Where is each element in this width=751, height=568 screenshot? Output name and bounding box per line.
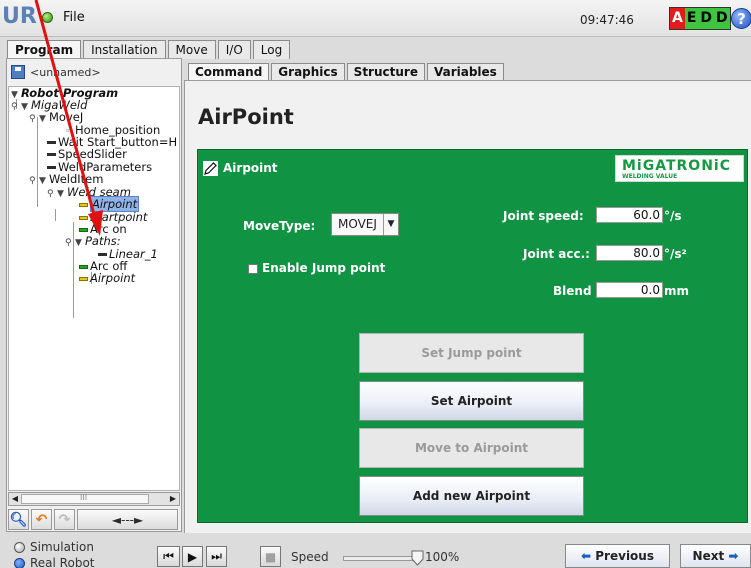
content-tabs: Command Graphics Structure Variables (188, 63, 504, 81)
file-menu[interactable]: File (63, 10, 85, 25)
program-tree: ▼ Robot Program ⚲ ▼ MigaWeld ⚲ ▼ MoveJ ◦ Home_… (8, 86, 180, 491)
tab-graphics[interactable]: Graphics (271, 63, 345, 81)
next-button[interactable]: Next ➡ (680, 544, 751, 568)
command-bar-icon (79, 276, 88, 281)
command-bar-icon (47, 153, 56, 156)
stop-icon[interactable]: ■ (260, 546, 281, 567)
status-badge-d2: D (714, 8, 730, 29)
enable-jump-point-checkbox[interactable] (248, 264, 258, 274)
scroll-right-icon[interactable]: ▶ (167, 493, 179, 505)
speed-slider-handle[interactable] (411, 550, 424, 566)
status-badge-e: E (684, 8, 699, 29)
blend-label: Blend (553, 284, 592, 298)
joint-speed-field[interactable]: 60.0 (596, 207, 663, 223)
real-robot-label: Real Robot (30, 556, 95, 568)
command-bar-icon (79, 202, 88, 207)
joint-acc-unit: °/s² (664, 247, 687, 261)
robot-status-icon (42, 12, 53, 23)
movetype-select[interactable]: MOVEJ ▼ (331, 213, 399, 236)
joint-acc-field[interactable]: 80.0 (596, 245, 663, 261)
set-jump-point-button[interactable]: Set Jump point (359, 333, 584, 373)
tab-program[interactable]: Program (7, 40, 82, 59)
expand-tree-button[interactable]: ◄---► (77, 509, 178, 530)
joint-speed-label: Joint speed: (503, 209, 584, 223)
node-pin-icon: ⚲ (29, 114, 36, 124)
tab-installation[interactable]: Installation (83, 40, 166, 59)
command-bar-icon (79, 227, 88, 232)
speed-slider[interactable] (343, 556, 416, 561)
play-icon[interactable]: ▶ (182, 546, 203, 567)
blend-field[interactable]: 0.0 (596, 282, 663, 298)
blend-unit: mm (664, 284, 690, 298)
status-badge-a: A (670, 8, 685, 29)
migatronic-brand: MiGATRONiC (622, 158, 731, 174)
step-forward-icon[interactable]: ⏭︎ (206, 546, 227, 567)
rewind-icon[interactable]: ⏮︎ (157, 546, 180, 567)
status-badge-d1: D (698, 8, 715, 29)
joint-acc-label: Joint acc.: (523, 247, 590, 261)
collapse-triangle-icon: ▼ (57, 189, 64, 199)
help-icon[interactable]: ? (731, 8, 751, 29)
tree-horizontal-scrollbar[interactable]: ◀ III ▶ (8, 492, 180, 506)
main-tabs: Program Installation Move I/O Log (7, 40, 291, 59)
command-bar-icon (98, 253, 107, 256)
add-new-airpoint-button[interactable]: Add new Airpoint (359, 476, 584, 516)
ur-logo: UR (2, 4, 37, 29)
status-badge: A E D D (669, 7, 731, 30)
migatronic-tagline: WELDING VALUE (622, 173, 678, 180)
collapse-triangle-icon: ▼ (39, 114, 46, 124)
undo-icon[interactable]: ↶ (31, 509, 52, 530)
previous-button[interactable]: ⬅ Previous (565, 544, 670, 568)
airpoint-panel: Airpoint MiGATRONiC WELDING VALUE MoveTy… (197, 149, 748, 523)
panel-title: Airpoint (223, 161, 278, 175)
tab-move[interactable]: Move (167, 40, 216, 59)
set-airpoint-button[interactable]: Set Airpoint (359, 381, 584, 421)
redo-icon[interactable]: ↷ (54, 509, 75, 530)
program-tree-panel: <unnamed> ▼ Robot Program ⚲ ▼ MigaWeld ⚲ ▼ Mo… (6, 58, 182, 532)
move-to-airpoint-button[interactable]: Move to Airpoint (359, 428, 584, 468)
tab-log[interactable]: Log (252, 40, 291, 59)
clock: 09:47:46 (580, 13, 634, 27)
node-pin-icon: ⚲ (47, 189, 54, 199)
real-robot-radio[interactable] (14, 558, 25, 568)
tab-io[interactable]: I/O (217, 40, 251, 59)
scroll-left-icon[interactable]: ◀ (9, 493, 21, 505)
collapse-triangle-icon: ▼ (75, 238, 82, 248)
enable-jump-point-label: Enable Jump point (262, 261, 386, 275)
node-pin-icon: ⚲ (65, 238, 72, 248)
command-bar-icon (79, 264, 88, 269)
command-bar-icon (79, 215, 88, 220)
command-bar-icon (47, 166, 56, 169)
tab-variables[interactable]: Variables (426, 63, 504, 81)
node-pin-icon: ⚲ (11, 102, 18, 112)
save-icon[interactable] (11, 65, 25, 79)
arrow-right-icon: ➡ (728, 549, 739, 563)
search-icon[interactable]: 🔍︎ (8, 509, 29, 530)
arrow-left-icon: ⬅ (581, 549, 592, 563)
chevron-down-icon: ▼ (383, 214, 398, 235)
page-title: AirPoint (198, 105, 294, 129)
command-bar-icon (47, 141, 56, 144)
tree-item-airpoint-2[interactable]: Airpoint (79, 272, 135, 285)
tab-command[interactable]: Command (188, 63, 270, 81)
title-bar: UR File 09:47:46 A E D D ? (0, 0, 751, 37)
speed-label: Speed (291, 550, 329, 564)
joint-speed-unit: °/s (664, 209, 682, 223)
simulation-radio[interactable] (14, 542, 25, 553)
program-name: <unnamed> (30, 66, 101, 79)
bottom-bar: Simulation Real Robot ⏮︎ ▶ ⏭︎ ■ Speed 10… (0, 536, 751, 568)
tree-toolbar: 🔍︎ ↶ ↷ ◄---► (8, 509, 180, 530)
scrollbar-grip: III (80, 493, 88, 502)
movetype-value: MOVEJ (338, 217, 377, 231)
tab-structure[interactable]: Structure (346, 63, 425, 81)
migatronic-logo: MiGATRONiC WELDING VALUE (615, 155, 744, 182)
node-pin-icon: ⚲ (29, 176, 36, 186)
speed-value: 100% (425, 550, 460, 564)
pencil-icon (203, 161, 218, 176)
command-content-area: AirPoint Airpoint MiGATRONiC WELDING VAL… (184, 80, 751, 533)
simulation-label: Simulation (30, 540, 94, 554)
movetype-label: MoveType: (243, 219, 316, 233)
scrollbar-thumb[interactable]: III (21, 493, 149, 504)
